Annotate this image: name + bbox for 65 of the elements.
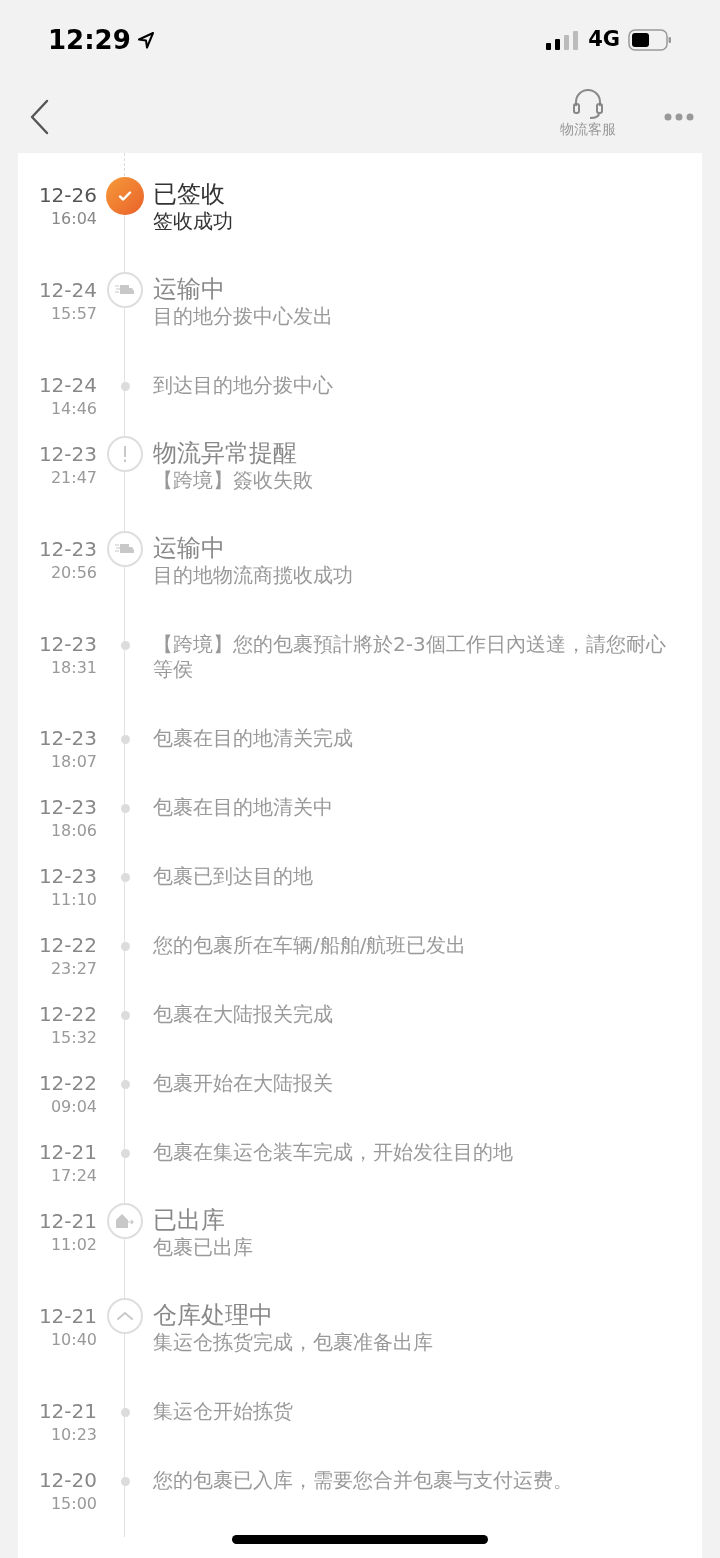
event-description: 【跨境】您的包裹預計將於2-3個工作日內送達，請您耐心等侯 — [153, 632, 667, 682]
event-description: 包裹已到达目的地 — [153, 864, 314, 889]
event-date: 12-23 — [38, 632, 97, 656]
event-time: 18:07 — [50, 751, 97, 773]
event-time: 10:23 — [50, 1424, 97, 1446]
event-time: 15:32 — [50, 1027, 97, 1049]
event-time: 10:40 — [50, 1329, 97, 1351]
headset-icon — [570, 87, 606, 120]
event-time: 11:10 — [50, 889, 97, 911]
battery-icon — [628, 29, 672, 51]
event-time: 21:47 — [50, 467, 97, 489]
event-description: 集运仓开始拣货 — [153, 1399, 294, 1424]
event-description: 包裹开始在大陆报关 — [153, 1071, 334, 1096]
status-time: 12:29 — [48, 23, 131, 57]
more-icon[interactable] — [664, 112, 694, 121]
event-date: 12-21 — [38, 1304, 97, 1328]
customer-service-button[interactable]: 物流客服 — [560, 87, 616, 138]
event-time: 11:02 — [50, 1234, 97, 1256]
event-description: 目的地分拨中心发出 — [153, 304, 334, 329]
event-date: 12-21 — [38, 1399, 97, 1423]
event-description: 签收成功 — [153, 209, 234, 234]
event-date: 12-20 — [38, 1468, 97, 1492]
event-time: 15:00 — [50, 1493, 97, 1515]
event-time: 17:24 — [50, 1165, 97, 1187]
event-time: 23:27 — [50, 958, 97, 980]
event-date: 12-23 — [38, 864, 97, 888]
event-date: 12-22 — [38, 933, 97, 957]
signal-icon — [546, 30, 581, 50]
event-date: 12-24 — [38, 278, 97, 302]
event-date: 12-21 — [38, 1209, 97, 1233]
event-description: 到达目的地分拨中心 — [153, 373, 334, 398]
event-title: 仓库处理中 — [153, 1300, 274, 1330]
event-date: 12-23 — [38, 795, 97, 819]
event-title: 已签收 — [153, 179, 226, 209]
event-description: 集运仓拣货完成，包裹准备出库 — [153, 1330, 434, 1355]
event-title: 运输中 — [153, 274, 226, 304]
event-date: 12-24 — [38, 373, 97, 397]
event-date: 12-21 — [38, 1140, 97, 1164]
event-date: 12-23 — [38, 537, 97, 561]
event-description: 包裹在目的地清关中 — [153, 795, 334, 820]
event-description: 包裹在目的地清关完成 — [153, 726, 354, 751]
event-time: 18:31 — [50, 657, 97, 679]
event-date: 12-22 — [38, 1071, 97, 1095]
event-title: 物流异常提醒 — [153, 438, 298, 468]
event-time: 16:04 — [50, 208, 97, 230]
event-description: 【跨境】簽收失敗 — [153, 468, 314, 493]
event-description: 包裹在大陆报关完成 — [153, 1002, 334, 1027]
network-label: 4G — [588, 26, 620, 54]
location-arrow-icon — [136, 31, 155, 49]
event-description: 包裹在集运仓装车完成，开始发往目的地 — [153, 1140, 514, 1165]
event-date: 12-22 — [38, 1002, 97, 1026]
event-time: 18:06 — [50, 820, 97, 842]
event-time: 09:04 — [50, 1096, 97, 1118]
event-title: 运输中 — [153, 533, 226, 563]
event-date: 12-23 — [38, 726, 97, 750]
event-time: 20:56 — [50, 562, 97, 584]
event-date: 12-26 — [38, 183, 97, 207]
event-time: 15:57 — [50, 303, 97, 325]
event-date: 12-23 — [38, 442, 97, 466]
event-time: 14:46 — [50, 398, 97, 420]
event-description: 您的包裹所在车辆/船舶/航班已发出 — [153, 933, 468, 958]
event-description: 您的包裹已入库，需要您合并包裹与支付运费。 — [153, 1468, 574, 1493]
event-title: 已出库 — [153, 1205, 226, 1235]
event-description: 包裹已出库 — [153, 1235, 254, 1260]
event-description: 目的地物流商揽收成功 — [153, 563, 354, 588]
